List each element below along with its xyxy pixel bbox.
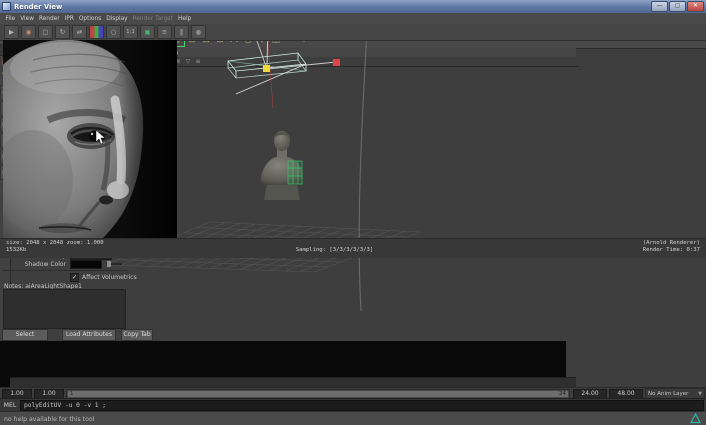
- minimize-button[interactable]: [651, 1, 668, 12]
- render-time: Render Time: 0:37: [643, 247, 700, 253]
- rw-menu-display[interactable]: Display: [104, 16, 130, 22]
- alpha-channel-icon[interactable]: ○: [106, 25, 121, 39]
- one-to-one-icon[interactable]: 1:1: [123, 25, 138, 39]
- watermark-logo: [690, 413, 701, 425]
- playback-start-field[interactable]: 1.00: [2, 389, 32, 399]
- redo-previous-render-icon[interactable]: ↻: [55, 25, 70, 39]
- ipr-render-icon[interactable]: ◉: [21, 25, 36, 39]
- render-icon[interactable]: ▶: [4, 25, 19, 39]
- snapshot-icon[interactable]: ▢: [38, 25, 53, 39]
- sampling-info: Sampling: [3/3/3/3/3/3]: [296, 247, 373, 253]
- render-view-toolbar: ▶◉▢↻⇄▮○1:1▣≡‖●: [0, 24, 706, 41]
- image-memory: 1532Kb: [6, 247, 26, 253]
- playback-end-field[interactable]: 24.00: [573, 389, 607, 399]
- render-view-statusbar: size: 2048 x 2048 zoom: 1.000 (Arnold Re…: [0, 238, 706, 258]
- render-view-app-icon: [2, 2, 11, 11]
- range-slider[interactable]: 1 24: [66, 389, 570, 399]
- help-line: no help available for this tool: [0, 411, 706, 425]
- rw-menu-render[interactable]: Render: [36, 16, 62, 22]
- rw-menu-file[interactable]: File: [3, 16, 18, 22]
- face-render: [3, 40, 177, 238]
- rw-menu-view[interactable]: View: [18, 16, 37, 22]
- rendered-image[interactable]: [3, 40, 177, 238]
- mel-command-input[interactable]: [20, 400, 704, 411]
- anim-end-field[interactable]: 48.00: [609, 389, 643, 399]
- rw-menu-options[interactable]: Options: [76, 16, 103, 22]
- help-text: no help available for this tool: [4, 416, 94, 423]
- chevron-down-icon: ▼: [698, 391, 702, 397]
- render-globe-icon[interactable]: ●: [191, 25, 206, 39]
- rgb-channels-icon[interactable]: ▮: [89, 25, 104, 39]
- maya-application-window: EditModifyCreateDisplayWindowAssetsShave…: [0, 0, 706, 425]
- render-view-titlebar[interactable]: Render View: [0, 0, 706, 13]
- status-line-2: 1532Kb Sampling: [3/3/3/3/3/3] Render Ti…: [0, 246, 706, 253]
- region-toggle-icon[interactable]: ▣: [140, 25, 155, 39]
- range-start-handle[interactable]: 1: [68, 391, 76, 397]
- pan-zoom-icon[interactable]: ⇄: [72, 25, 87, 39]
- command-line: MEL: [0, 398, 706, 412]
- anim-start-field[interactable]: 1.00: [34, 389, 64, 399]
- range-slider-bar[interactable]: 1 24: [68, 391, 568, 397]
- display-options-icon[interactable]: ≡: [157, 25, 172, 39]
- rw-menu-help[interactable]: Help: [176, 16, 194, 22]
- close-button[interactable]: [687, 1, 704, 12]
- range-end-handle[interactable]: 24: [557, 391, 568, 397]
- mel-label[interactable]: MEL: [0, 402, 20, 409]
- maximize-button[interactable]: [669, 1, 686, 12]
- render-view-title: Render View: [14, 3, 62, 11]
- pause-ipr-icon[interactable]: ‖: [174, 25, 189, 39]
- renderer-name: (Arnold Renderer): [643, 240, 700, 246]
- rw-menu-ipr[interactable]: IPR: [62, 16, 76, 22]
- window-buttons: [650, 1, 704, 12]
- image-size-zoom: size: 2048 x 2048 zoom: 1.000: [6, 240, 104, 246]
- status-line-1: size: 2048 x 2048 zoom: 1.000 (Arnold Re…: [0, 239, 706, 246]
- rw-menu-render-target[interactable]: Render Target: [130, 16, 175, 22]
- anim-layer-value: No Anim Layer: [648, 391, 688, 397]
